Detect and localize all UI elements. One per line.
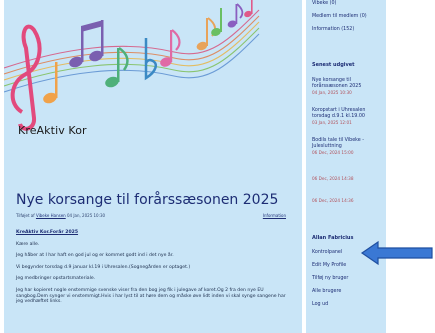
sidebar: Vibeke (0) Medlem til medlem (0) Informa… bbox=[306, 0, 386, 333]
post-paragraph: Kære alle. bbox=[16, 241, 40, 247]
category-link-vibeke[interactable]: Vibeke (0) bbox=[312, 1, 384, 7]
post-date: 04 Jan, 2025 10:30 bbox=[66, 213, 106, 218]
recent-post-item[interactable]: Koropstart i Uhresalen torsdag d.9.1 kl.… bbox=[312, 108, 384, 126]
recent-post-item[interactable]: Bodils tale til Vibeke - Julesluttning 0… bbox=[312, 138, 384, 156]
recent-post-title[interactable]: Bodils tale til Vibeke - Julesluttning bbox=[312, 138, 364, 149]
post-paragraph: Jeg har kopieret nogle enstemmige svensk… bbox=[16, 287, 286, 305]
recent-post-item[interactable]: Nye korsange til forårssæsonen 2025 04 J… bbox=[312, 78, 384, 96]
music-note-icon-6 bbox=[227, 3, 244, 28]
post-author-link[interactable]: Vibeke Hansen bbox=[36, 213, 66, 218]
page: KreAktiv Kor Nye korsange til forårssæso… bbox=[0, 0, 435, 333]
recent-post-date: 03 Jan, 2025 12:01 bbox=[312, 120, 352, 125]
logout-link[interactable]: Log ud bbox=[312, 302, 384, 308]
post-body: KreAktiv Kor.Forår 2025 Kære alle. Jeg h… bbox=[16, 230, 292, 311]
recent-post-date: 06 Dec, 2024 14:38 bbox=[312, 176, 354, 181]
recent-post-date: 04 Jan, 2025 10:30 bbox=[312, 90, 352, 95]
treble-clef-icon bbox=[10, 24, 42, 131]
post-meta: Tilføjet af Vibeke Hansen 04 Jan, 2025 1… bbox=[16, 213, 286, 218]
recent-post-title[interactable]: Nye korsange til forårssæsonen 2025 bbox=[312, 78, 361, 89]
post-category-link[interactable]: Information bbox=[263, 213, 286, 218]
music-note-icon-2 bbox=[105, 46, 129, 88]
post-paragraph: Jeg håber at I har haft en god jul og er… bbox=[16, 253, 174, 259]
all-users-link[interactable]: Alle brugere bbox=[312, 289, 384, 295]
recent-posts-heading: Senest udgivet bbox=[312, 62, 355, 68]
meta-prefix: Tilføjet af bbox=[16, 213, 35, 218]
site-title[interactable]: KreAktiv Kor bbox=[18, 124, 87, 137]
category-link-medlem[interactable]: Medlem til medlem (0) bbox=[312, 14, 384, 20]
recent-post-item[interactable]: 06 Dec, 2024 14:36 bbox=[312, 198, 384, 204]
add-user-link[interactable]: Tilføj ny bruger bbox=[312, 276, 384, 282]
post-paragraph: Vi begynder torsdag d.9 januar kl.19 i U… bbox=[16, 264, 191, 270]
recent-post-date: 06 Dec, 2024 14:36 bbox=[312, 198, 354, 203]
category-link-information[interactable]: Information (152) bbox=[312, 27, 384, 33]
recent-post-date: 06 Dec, 2024 15:00 bbox=[312, 150, 354, 155]
music-note-icon-7 bbox=[244, 0, 253, 18]
post-paragraph: Jeg medbringer opstartsmateriale. bbox=[16, 276, 96, 282]
main-content: KreAktiv Kor Nye korsange til forårssæso… bbox=[4, 0, 302, 333]
post-subheading: KreAktiv Kor.Forår 2025 bbox=[16, 230, 79, 235]
arrow-pointer-icon bbox=[360, 240, 433, 266]
recent-post-item[interactable]: 06 Dec, 2024 14:38 bbox=[312, 176, 384, 182]
post-title[interactable]: Nye korsange til forårssæsonen 2025 bbox=[16, 192, 278, 208]
beamed-notes-icon bbox=[69, 20, 104, 68]
recent-post-title[interactable]: Koropstart i Uhresalen torsdag d.9.1 kl.… bbox=[312, 108, 365, 119]
